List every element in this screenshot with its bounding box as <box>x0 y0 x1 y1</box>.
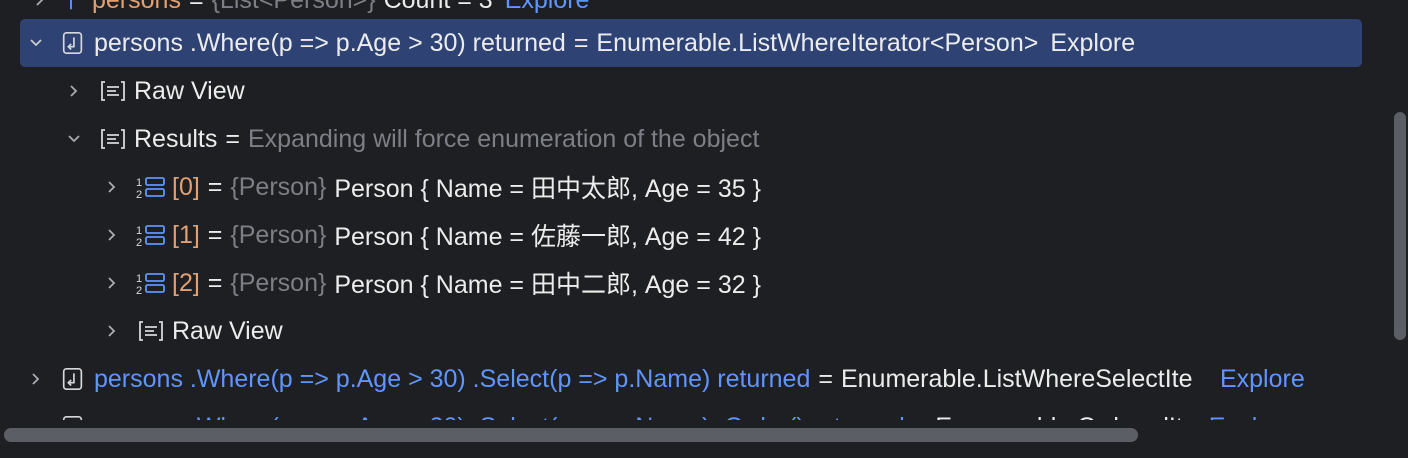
item-type: {Person} <box>230 268 327 297</box>
raw-view-icon <box>136 316 166 346</box>
explore-link[interactable]: Explore <box>505 0 590 15</box>
field-icon <box>56 0 86 15</box>
equals-sign: = <box>207 268 223 297</box>
equals-sign: = <box>189 0 204 15</box>
svg-text:1: 1 <box>136 177 142 189</box>
list-item-icon: 1 2 <box>136 268 166 298</box>
list-item-icon: 1 2 <box>136 172 166 202</box>
item-value: Person { Name = 田中太郎, Age = 35 } <box>334 175 761 203</box>
item-value: Person { Name = 田中二郎, Age = 32 } <box>334 271 761 299</box>
raw-view-label: Raw View <box>134 76 245 105</box>
vertical-scrollbar[interactable] <box>1394 112 1406 340</box>
item-type: {Person} <box>230 220 327 249</box>
raw-view-icon <box>98 76 128 106</box>
return-value: Enumerable.ListWhereIterator<Person> <box>596 28 1039 57</box>
results-hint: Expanding will force enumeration of the … <box>247 124 760 153</box>
chevron-right-icon[interactable] <box>102 225 122 245</box>
variable-name: persons <box>92 0 181 15</box>
item-type: {Person} <box>230 172 327 201</box>
tree-row-item-0[interactable]: 1 2 [0] = {Person} Person { Name = 田中太郎,… <box>0 163 1362 211</box>
equals-sign: = <box>225 124 240 153</box>
equals-sign: = <box>818 364 833 393</box>
chevron-right-icon[interactable] <box>102 273 122 293</box>
chevron-right-icon[interactable] <box>30 0 50 10</box>
item-index: [1] <box>172 220 200 249</box>
explore-link[interactable]: Explore <box>1220 365 1305 394</box>
expression-text: persons .Where(p => p.Age > 30) returned <box>94 28 566 57</box>
svg-text:2: 2 <box>136 237 142 249</box>
list-item-icon: 1 2 <box>136 220 166 250</box>
item-value: Person { Name = 佐藤一郎, Age = 42 } <box>334 223 761 251</box>
tree-row-item-1[interactable]: 1 2 [1] = {Person} Person { Name = 佐藤一郎,… <box>0 211 1362 259</box>
tree-row-select-returned[interactable]: persons .Where(p => p.Age > 30) .Select(… <box>0 355 1362 403</box>
equals-sign: = <box>573 28 589 57</box>
tree-row-results[interactable]: Results = Expanding will force enumerati… <box>0 115 1362 163</box>
svg-text:2: 2 <box>136 285 142 297</box>
return-value-icon <box>58 364 88 394</box>
equals-sign: = <box>207 220 223 249</box>
return-value-icon <box>58 28 88 58</box>
tree-row-raw-view[interactable]: Raw View <box>0 67 1362 115</box>
item-index: [2] <box>172 268 200 297</box>
expression-text: persons .Where(p => p.Age > 30) .Select(… <box>94 364 811 393</box>
chevron-right-icon[interactable] <box>102 321 122 341</box>
chevron-right-icon[interactable] <box>102 177 122 197</box>
equals-sign: = <box>207 172 223 201</box>
svg-text:1: 1 <box>136 225 142 237</box>
results-icon <box>98 124 128 154</box>
chevron-down-icon[interactable] <box>64 129 84 149</box>
chevron-right-icon[interactable] <box>64 81 84 101</box>
raw-view-label: Raw View <box>172 316 283 345</box>
tree-row-item-2[interactable]: 1 2 [2] = {Person} Person { Name = 田中二郎,… <box>0 259 1362 307</box>
item-index: [0] <box>172 172 200 201</box>
horizontal-scrollbar[interactable] <box>4 428 1138 442</box>
explore-link[interactable]: Explore <box>1050 29 1135 58</box>
results-label: Results <box>134 124 218 153</box>
svg-text:2: 2 <box>136 189 142 201</box>
variable-value: Count = 3 <box>384 0 493 15</box>
chevron-right-icon[interactable] <box>26 369 46 389</box>
tree-row-raw-view[interactable]: Raw View <box>0 307 1362 355</box>
variable-type: {List<Person>} <box>212 0 376 15</box>
tree-row-where-returned[interactable]: persons .Where(p => p.Age > 30) returned… <box>20 19 1362 67</box>
svg-text:1: 1 <box>136 273 142 285</box>
return-value: Enumerable.ListWhereSelectIte <box>840 364 1193 393</box>
chevron-down-icon[interactable] <box>26 33 46 53</box>
